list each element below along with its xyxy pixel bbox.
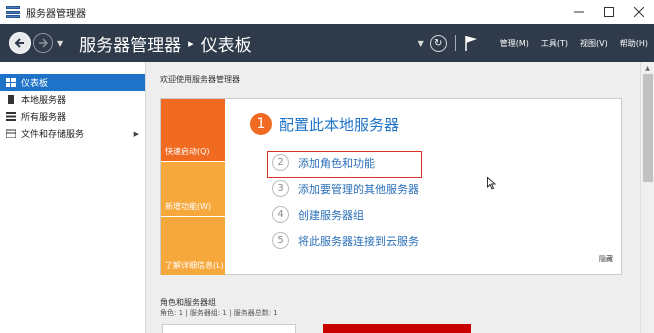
sidebar: 仪表板 本地服务器 所有服务器 文件和存储服务 ▶ xyxy=(0,62,146,333)
minimize-button[interactable] xyxy=(564,0,594,24)
sidebar-item-file-storage[interactable]: 文件和存储服务 ▶ xyxy=(0,125,145,142)
step-link[interactable]: 创建服务器组 xyxy=(298,207,364,223)
menu-manage[interactable]: 管理(M) xyxy=(500,38,529,49)
maximize-icon xyxy=(604,7,614,17)
step-add-servers[interactable]: 3 添加要管理的其他服务器 xyxy=(272,180,419,197)
highlight-box xyxy=(267,151,422,178)
scroll-up-icon[interactable]: ▲ xyxy=(641,62,654,74)
sidebar-item-label: 所有服务器 xyxy=(21,113,67,123)
arrow-right-icon xyxy=(39,38,48,48)
step-create-group[interactable]: 4 创建服务器组 xyxy=(272,206,364,223)
breadcrumb-separator-icon: ▸ xyxy=(188,36,194,50)
breadcrumb-root[interactable]: 服务器管理器 xyxy=(79,31,181,56)
menu-view[interactable]: 视图(V) xyxy=(580,38,608,49)
history-dropdown-icon[interactable]: ▼ xyxy=(57,39,63,48)
sidebar-item-all-servers[interactable]: 所有服务器 xyxy=(0,108,145,125)
menu-tools[interactable]: 工具(T) xyxy=(541,38,568,49)
tile-label: 快速启动(Q) xyxy=(165,147,210,156)
close-icon xyxy=(634,7,644,17)
mouse-cursor-icon xyxy=(487,177,496,190)
welcome-heading: 欢迎使用服务器管理器 xyxy=(160,75,240,84)
sidebar-item-dashboard[interactable]: 仪表板 xyxy=(0,74,145,91)
server-manager-window: 服务器管理器 ▼ 服务器管理器 ▸ 仪表板 ▼ ↻ 管理(M) 工具(T) 视图… xyxy=(0,0,654,333)
welcome-panel: 快速启动(Q) 新增功能(W) 了解详细信息(L) 1 配置此本地服务器 2 添… xyxy=(160,98,622,275)
scrollbar-thumb[interactable] xyxy=(643,74,653,182)
role-card-alert[interactable] xyxy=(323,324,471,333)
header-bar: ▼ 服务器管理器 ▸ 仪表板 ▼ ↻ 管理(M) 工具(T) 视图(V) 帮助(… xyxy=(0,24,654,62)
roles-section-title: 角色和服务器组 xyxy=(160,298,216,307)
tile-quick-start[interactable]: 快速启动(Q) xyxy=(161,99,225,161)
step-number: 5 xyxy=(272,232,289,249)
tile-label: 新增功能(W) xyxy=(165,202,212,211)
header-divider xyxy=(454,35,456,51)
refresh-button[interactable]: ↻ xyxy=(429,34,447,52)
maximize-button[interactable] xyxy=(594,0,624,24)
step-number-badge: 1 xyxy=(250,113,272,135)
notification-flag-icon[interactable] xyxy=(464,35,478,51)
minimize-icon xyxy=(574,11,584,13)
dashboard-icon xyxy=(6,78,16,87)
back-button[interactable] xyxy=(9,32,31,54)
role-card[interactable] xyxy=(162,324,296,333)
refresh-icon: ↻ xyxy=(434,37,443,49)
close-button[interactable] xyxy=(624,0,654,24)
expand-arrow-icon[interactable]: ▶ xyxy=(134,130,139,138)
step-link[interactable]: 配置此本地服务器 xyxy=(279,114,399,135)
vertical-scrollbar[interactable]: ▲ xyxy=(640,62,654,333)
storage-icon xyxy=(6,129,16,138)
step-link[interactable]: 将此服务器连接到云服务 xyxy=(298,233,419,249)
step-number: 4 xyxy=(272,206,289,223)
forward-button[interactable] xyxy=(33,33,53,53)
menu-help[interactable]: 帮助(H) xyxy=(620,38,648,49)
tile-label: 了解详细信息(L) xyxy=(165,261,224,270)
step-configure-local-server[interactable]: 1 配置此本地服务器 xyxy=(250,113,399,135)
tile-whats-new[interactable]: 新增功能(W) xyxy=(161,161,225,216)
header-dropdown-icon[interactable]: ▼ xyxy=(418,39,424,48)
breadcrumb-current: 仪表板 xyxy=(200,35,252,56)
step-connect-cloud[interactable]: 5 将此服务器连接到云服务 xyxy=(272,232,419,249)
roles-section-summary: 角色: 1 | 服务器组: 1 | 服务器总数: 1 xyxy=(160,309,278,317)
title-bar: 服务器管理器 xyxy=(0,0,654,24)
tile-learn-more[interactable]: 了解详细信息(L) xyxy=(161,216,225,275)
sidebar-item-label: 文件和存储服务 xyxy=(21,130,85,140)
dashboard-main: 欢迎使用服务器管理器 快速启动(Q) 新增功能(W) 了解详细信息(L) 1 配… xyxy=(146,62,640,333)
sidebar-item-label: 本地服务器 xyxy=(21,96,67,106)
server-manager-app-icon xyxy=(6,6,20,18)
breadcrumb: 服务器管理器 ▸ 仪表板 xyxy=(79,31,252,56)
arrow-left-icon xyxy=(14,38,24,48)
step-number: 3 xyxy=(272,180,289,197)
sidebar-item-label: 仪表板 xyxy=(21,79,49,89)
server-icon xyxy=(6,95,16,104)
servers-icon xyxy=(6,112,16,121)
window-title: 服务器管理器 xyxy=(26,8,86,20)
hide-link[interactable]: 隐藏 xyxy=(599,254,613,264)
sidebar-item-local-server[interactable]: 本地服务器 xyxy=(0,91,145,108)
step-link[interactable]: 添加要管理的其他服务器 xyxy=(298,181,419,197)
